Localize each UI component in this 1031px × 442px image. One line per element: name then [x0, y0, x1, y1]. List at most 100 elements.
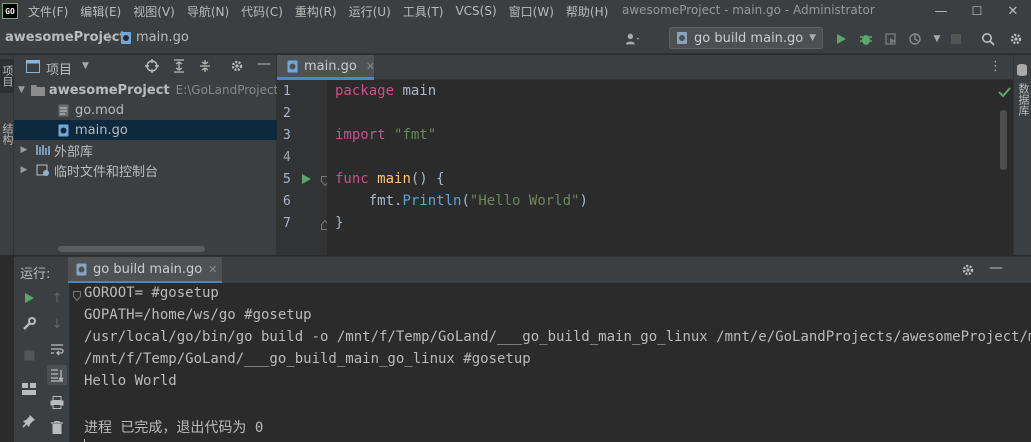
go-file-icon [287, 60, 298, 73]
gear-icon[interactable] [961, 263, 975, 281]
console-line: Hello World [84, 373, 177, 389]
more-tabs-icon[interactable]: ⋮ [989, 59, 1002, 74]
tree-item-label: main.go [75, 122, 128, 138]
maximize-button[interactable]: ☐ [959, 0, 995, 22]
structure-tool-tab[interactable]: 结构 [0, 117, 14, 151]
code-token: ( [461, 193, 470, 209]
tree-item-scratches[interactable]: ▶ 临时文件和控制台 [14, 160, 277, 180]
profile-icon[interactable] [907, 31, 923, 47]
menu-vcs[interactable]: VCS(S) [449, 4, 502, 18]
scroll-to-end-icon[interactable] [47, 365, 67, 385]
goland-logo: GO [2, 3, 18, 19]
soft-wrap-icon[interactable] [49, 342, 65, 358]
horizontal-scrollbar[interactable] [58, 246, 205, 252]
chevron-down-icon[interactable]: ▼ [82, 61, 89, 71]
close-tab-icon[interactable]: ✕ [208, 263, 217, 276]
run-icon[interactable] [833, 31, 849, 47]
chevron-right-icon: ▶ [20, 145, 28, 155]
tree-item-project-root[interactable]: ▼ awesomeProject E:\GoLandProjects\a [14, 80, 296, 100]
settings-icon[interactable] [1008, 31, 1024, 47]
editor-gutter: 1 2 3 4 5 6 7 [277, 80, 329, 255]
menu-edit[interactable]: 编辑(E) [74, 3, 127, 20]
arrow-down-icon[interactable]: ↓ [49, 316, 65, 332]
project-tool-tab[interactable]: 项目 [0, 59, 14, 93]
minimize-button[interactable]: — [923, 0, 959, 22]
run-tab-go-build[interactable]: go build main.go ✕ [68, 257, 222, 284]
editor-tab-label: main.go [304, 58, 357, 74]
locate-file-icon[interactable] [145, 59, 159, 77]
menu-tools[interactable]: 工具(T) [397, 3, 450, 20]
scrollbar-thumb[interactable] [1000, 110, 1007, 170]
close-tab-icon[interactable]: ✕ [366, 60, 375, 73]
hide-panel-icon[interactable]: — [989, 260, 1003, 276]
run-toolbar-secondary: ↑ ↓ [44, 283, 70, 442]
code-token: () { [410, 171, 445, 187]
wrench-icon[interactable] [21, 316, 37, 332]
tree-item-go-mod[interactable]: go.mod [14, 100, 277, 120]
code-line-3: import "fmt" [335, 127, 436, 143]
line-number: 4 [283, 150, 291, 165]
breadcrumb-file[interactable]: main.go [136, 30, 189, 45]
go-file-icon [76, 263, 87, 276]
layout-icon[interactable] [21, 381, 37, 397]
go-file-icon [120, 31, 132, 49]
pin-icon[interactable] [21, 413, 37, 429]
menu-navigate[interactable]: 导航(N) [181, 3, 235, 20]
tree-item-label: awesomeProject [48, 82, 170, 98]
tree-item-external-libraries[interactable]: ▶ 外部库 [14, 140, 277, 160]
code-editor[interactable]: package main import "fmt" func main() { … [327, 80, 997, 255]
code-token: main [377, 171, 411, 187]
gear-icon[interactable] [230, 59, 244, 77]
run-gutter-icon[interactable] [301, 173, 312, 189]
debug-icon[interactable] [858, 31, 874, 47]
run-tab-label: go build main.go [93, 261, 203, 277]
line-number: 1 [283, 84, 291, 99]
line-number: 6 [283, 194, 291, 209]
run-configuration-selector[interactable]: go build main.go ▼ [669, 27, 823, 49]
editor-tab-bar: main.go ✕ ⋮ [277, 55, 1013, 80]
user-icon[interactable] [625, 31, 641, 47]
window-title: awesomeProject - main.go - Administrator [622, 3, 875, 17]
trash-icon[interactable] [49, 419, 65, 435]
tree-item-label: go.mod [75, 102, 124, 118]
close-button[interactable]: ✕ [995, 0, 1031, 22]
project-panel-title[interactable]: 项目 [46, 59, 72, 78]
rerun-icon[interactable] [21, 290, 37, 306]
menu-code[interactable]: 代码(C) [235, 3, 289, 20]
hide-panel-icon[interactable]: — [257, 56, 271, 72]
database-tool-tab[interactable]: 数据库 [1016, 79, 1030, 119]
stop-icon[interactable] [21, 347, 37, 363]
console-line: GOPATH=/home/ws/go #gosetup [84, 307, 312, 323]
project-view-icon [26, 60, 40, 77]
stop-icon[interactable] [948, 31, 964, 47]
run-console-output[interactable]: GOROOT= #gosetup GOPATH=/home/ws/go #gos… [70, 283, 1031, 442]
menu-refactor[interactable]: 重构(R) [289, 3, 343, 20]
coverage-icon[interactable] [883, 31, 899, 47]
search-icon[interactable] [980, 31, 996, 47]
run-configuration-label: go build main.go [694, 30, 804, 46]
editor-tab-main-go[interactable]: main.go ✕ [277, 55, 375, 80]
navigation-bar: awesomeProject 〉 main.go go build main.g… [0, 22, 1031, 54]
right-tool-stripe: 数据库 [1013, 55, 1031, 255]
tree-item-main-go[interactable]: main.go [14, 120, 277, 140]
checkmark-icon [998, 86, 1011, 102]
collapse-all-icon[interactable] [198, 59, 212, 77]
arrow-up-icon[interactable]: ↑ [49, 290, 65, 306]
menu-file[interactable]: 文件(F) [22, 3, 74, 20]
more-dropdown-icon[interactable]: ▼ [929, 31, 945, 47]
fold-icon[interactable] [73, 290, 81, 305]
expand-all-icon[interactable] [172, 59, 186, 77]
menu-run[interactable]: 运行(U) [343, 3, 397, 20]
editor-scrollbar[interactable] [997, 80, 1013, 255]
console-line: 进程 已完成，退出代码为 0 [84, 420, 264, 436]
console-line: /mnt/f/Temp/GoLand/___go_build_main_go_l… [84, 351, 531, 367]
code-token: ) [579, 193, 588, 209]
code-token: Println [402, 193, 462, 209]
menu-help[interactable]: 帮助(H) [560, 3, 614, 20]
menu-window[interactable]: 窗口(W) [503, 3, 560, 20]
line-number: 2 [283, 106, 291, 121]
print-icon[interactable] [49, 394, 65, 410]
menu-view[interactable]: 视图(V) [127, 3, 181, 20]
line-number: 5 [283, 172, 291, 187]
run-window-title: 运行: [20, 267, 51, 282]
